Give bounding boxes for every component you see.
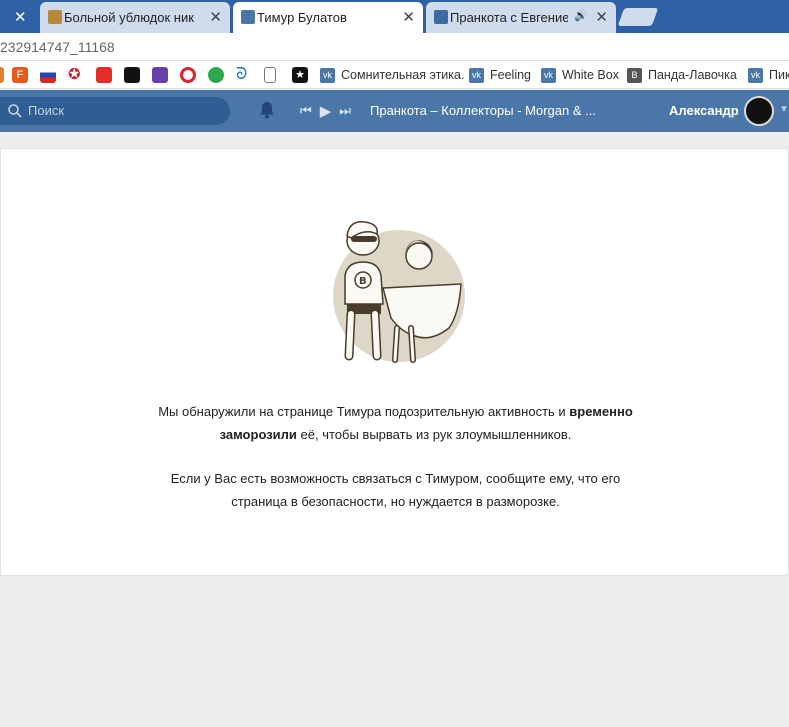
vk-icon	[241, 10, 255, 24]
bookmark-item[interactable]: vk Пик	[748, 67, 789, 83]
notice-text: Если у Вас есть возможность связаться с …	[170, 471, 621, 486]
search-placeholder: Поиск	[28, 103, 65, 118]
chevron-down-icon[interactable]: ▼	[779, 104, 789, 115]
address-bar[interactable]: 232914747_11168	[0, 33, 789, 61]
vk-icon: vk	[748, 67, 763, 83]
star-red-icon[interactable]: ✪	[68, 67, 84, 83]
f-bookmark-icon[interactable]: F	[12, 67, 28, 83]
vk-header: Поиск ⏮ ▶ ⏭ Пранкота – Коллекторы - Morg…	[0, 90, 789, 132]
vk-icon: vk	[469, 67, 484, 83]
video-icon	[434, 10, 448, 24]
notice-text: страница в безопасности, но нуждается в …	[231, 494, 560, 509]
next-track-icon[interactable]: ⏭	[339, 103, 351, 119]
tab-title: Больной ублюдок ника	[64, 10, 194, 25]
vk-icon: vk	[320, 67, 335, 83]
bookmark-label: Feeling	[490, 68, 531, 82]
bookmarks-bar: F ✪ ᘐ ★ vk Сомнительная этика. vk Feeling …	[0, 61, 789, 89]
notice-text: Мы обнаружили на странице Тимура подозри…	[158, 404, 570, 419]
notice-bold: временно	[569, 404, 633, 419]
svg-text:B: B	[359, 276, 367, 287]
bookmark-item[interactable]: B Панда-Лавочка	[627, 67, 737, 83]
bookmark-label: Панда-Лавочка	[648, 68, 737, 82]
close-icon[interactable]: ✕	[595, 8, 608, 26]
prev-track-icon[interactable]: ⏮	[300, 103, 312, 119]
flag-russia-icon[interactable]	[40, 67, 56, 83]
bookmark-label: White Box	[562, 68, 619, 82]
orange-bookmark-icon[interactable]	[0, 67, 4, 83]
bookmark-label: Пик	[769, 68, 789, 82]
bookmark-label: Сомнительная этика.	[341, 68, 465, 82]
bookmark-item[interactable]: vk Сомнительная этика.	[320, 67, 464, 83]
url-text[interactable]: 232914747_11168	[0, 39, 115, 55]
blocked-page-card: B Мы обнаружили на странице Тимура подоз…	[0, 148, 789, 576]
page-icon[interactable]	[264, 67, 276, 83]
tab-close-icon[interactable]: ✕	[14, 8, 27, 26]
notice-bold: заморозили	[219, 427, 297, 442]
notice-text: её, чтобы вырвать из рук злоумышленников…	[296, 427, 572, 442]
search-input[interactable]: Поиск	[0, 97, 230, 125]
power-icon[interactable]	[180, 67, 196, 83]
tab-strip: ✕ Больной ублюдок ника ✕ Тимур Булатов ✕…	[0, 0, 789, 33]
avatar[interactable]	[744, 96, 774, 126]
bell-icon[interactable]	[259, 101, 275, 119]
tab-1[interactable]: Больной ублюдок ника ✕	[40, 2, 230, 33]
b-icon: B	[627, 67, 642, 83]
youtube-icon[interactable]	[96, 67, 112, 83]
search-icon	[8, 104, 22, 118]
superhero-illustration: B	[333, 221, 465, 363]
swirl-icon[interactable]: ᘐ	[236, 67, 252, 83]
new-tab-button[interactable]	[617, 8, 659, 26]
user-name[interactable]: Александр	[669, 103, 739, 118]
tab-title: Тимур Булатов	[257, 10, 347, 25]
sber-icon[interactable]	[208, 67, 224, 83]
tab-title: Пранкота с Евгение	[450, 10, 568, 25]
package-icon	[48, 10, 62, 24]
twitch-icon[interactable]	[152, 67, 168, 83]
tab-3[interactable]: Пранкота с Евгение 🔊 ✕	[426, 2, 616, 33]
close-icon[interactable]: ✕	[402, 8, 415, 26]
play-icon[interactable]: ▶	[320, 102, 332, 120]
notice-paragraph-1: Мы обнаружили на странице Тимура подозри…	[1, 400, 789, 446]
film-icon[interactable]	[124, 67, 140, 83]
audio-player: ⏮ ▶ ⏭	[300, 102, 351, 120]
now-playing[interactable]: Пранкота – Коллекторы - Morgan & ...	[370, 103, 596, 118]
notice-paragraph-2: Если у Вас есть возможность связаться с …	[1, 467, 789, 513]
star-black-icon[interactable]: ★	[292, 67, 308, 83]
close-icon[interactable]: ✕	[209, 8, 222, 26]
audio-icon[interactable]: 🔊	[574, 9, 588, 22]
bookmark-item[interactable]: vk Feeling	[469, 67, 531, 83]
vk-icon: vk	[541, 67, 556, 83]
bookmark-item[interactable]: vk White Box	[541, 67, 619, 83]
tab-2[interactable]: Тимур Булатов ✕	[233, 2, 423, 33]
